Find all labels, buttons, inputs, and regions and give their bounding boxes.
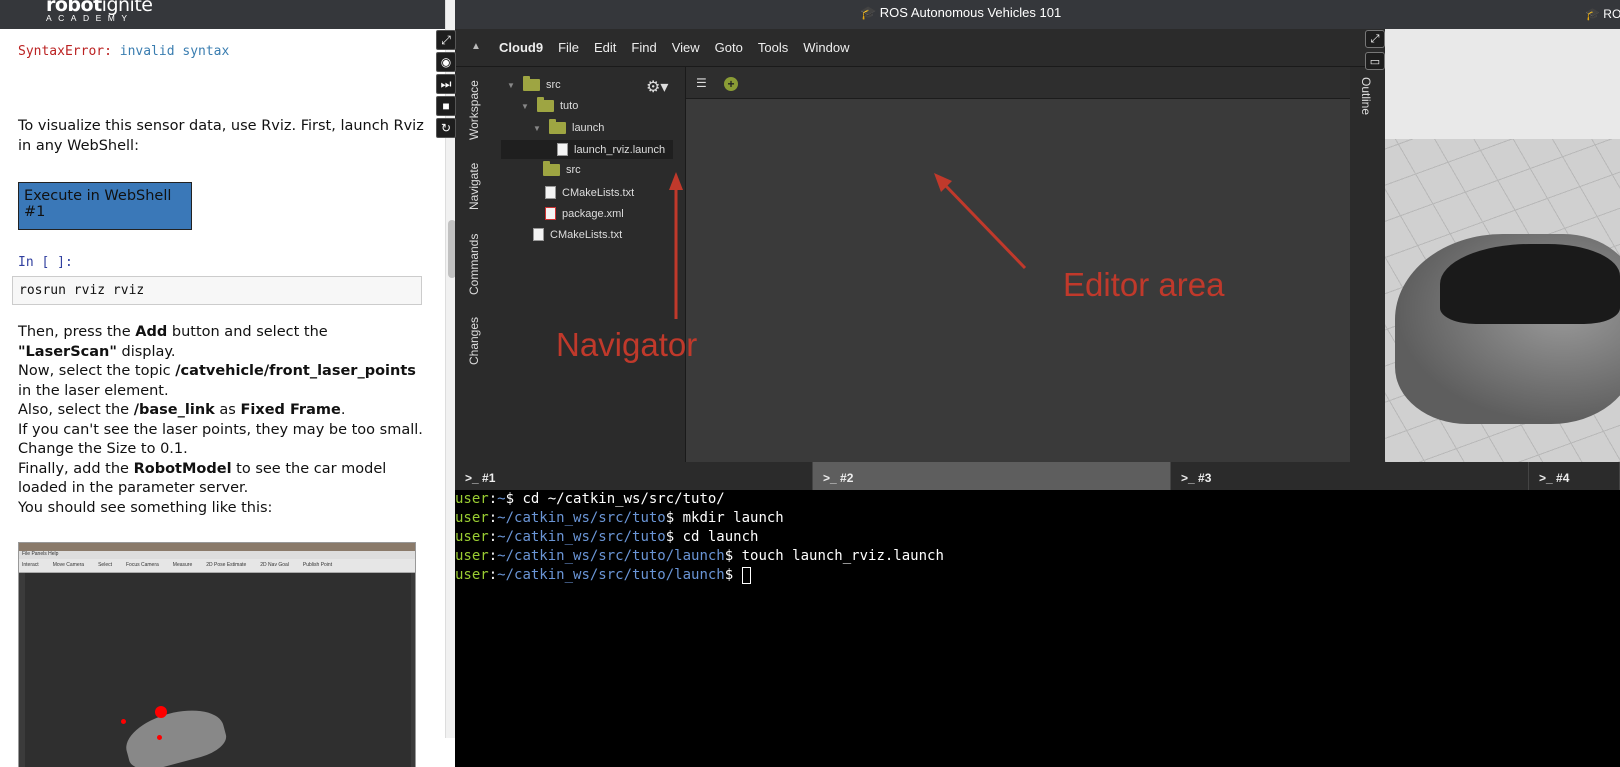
prompt-path: ~/catkin_ws/src/tuto	[497, 510, 666, 526]
prompt-user: user	[455, 510, 489, 526]
editor-arrow	[943, 183, 1027, 270]
fullscreen-icon[interactable]: ⤢	[436, 30, 456, 50]
editor-area-annotation: Editor area	[1063, 266, 1225, 303]
simulation-viewer[interactable]	[1385, 29, 1620, 462]
command: $ touch launch_rviz.launch	[724, 548, 944, 564]
prompt-user: user	[455, 548, 489, 564]
terminal-tab-4[interactable]: >_ #4	[1529, 462, 1620, 490]
restart-icon[interactable]: ↻	[436, 118, 456, 138]
terminal-line: user:~/catkin_ws/src/tuto/launch$	[455, 566, 1620, 585]
terminal-line: user:~/catkin_ws/src/tuto/launch$ touch …	[455, 548, 944, 564]
viewer-fullscreen-icon[interactable]: ⤢	[1365, 30, 1385, 48]
prompt-user: user	[455, 529, 489, 545]
prompt-path: ~	[497, 491, 506, 507]
command: $	[724, 567, 742, 583]
terminal-cursor	[741, 566, 751, 584]
prompt-path: ~/catkin_ws/src/tuto	[497, 529, 666, 545]
prompt-path: ~/catkin_ws/src/tuto/launch	[497, 548, 725, 564]
terminal-tab-2[interactable]: >_ #2	[813, 462, 1171, 490]
prompt-user: user	[455, 567, 489, 583]
prompt-user: user	[455, 491, 489, 507]
command: $ mkdir launch	[665, 510, 784, 526]
terminal-line: user:~/catkin_ws/src/tuto$ mkdir launch	[455, 510, 784, 526]
command: $ cd ~/catkin_ws/src/tuto/	[505, 491, 725, 507]
terminal-tabs: >_ #1 >_ #2 >_ #3 >_ #4	[455, 462, 1620, 490]
command: $ cd launch	[665, 529, 759, 545]
stop-icon[interactable]: ■	[436, 96, 456, 116]
navigator-arrowhead	[669, 172, 683, 190]
viewer-toolbar: ⤢ ▭	[1365, 30, 1385, 70]
prompt-path: ~/catkin_ws/src/tuto/launch	[497, 567, 725, 583]
terminal-line: user:~$ cd ~/catkin_ws/src/tuto/	[455, 491, 725, 507]
terminal-tab-3[interactable]: >_ #3	[1171, 462, 1529, 490]
terminal-tab-1[interactable]: >_ #1	[455, 462, 813, 490]
terminal-line: user:~/catkin_ws/src/tuto$ cd launch	[455, 529, 759, 545]
terminal[interactable]: user:~$ cd ~/catkin_ws/src/tuto/ user:~/…	[455, 490, 1620, 767]
run-next-icon[interactable]: ⏭	[436, 74, 456, 94]
navigator-annotation: Navigator	[556, 326, 698, 363]
hide-icon[interactable]: ◉	[436, 52, 456, 72]
monitor-icon[interactable]: ▭	[1365, 52, 1385, 70]
car-roof	[1440, 244, 1620, 324]
notebook-toolbar: ⤢ ◉ ⏭ ■ ↻	[436, 30, 456, 142]
